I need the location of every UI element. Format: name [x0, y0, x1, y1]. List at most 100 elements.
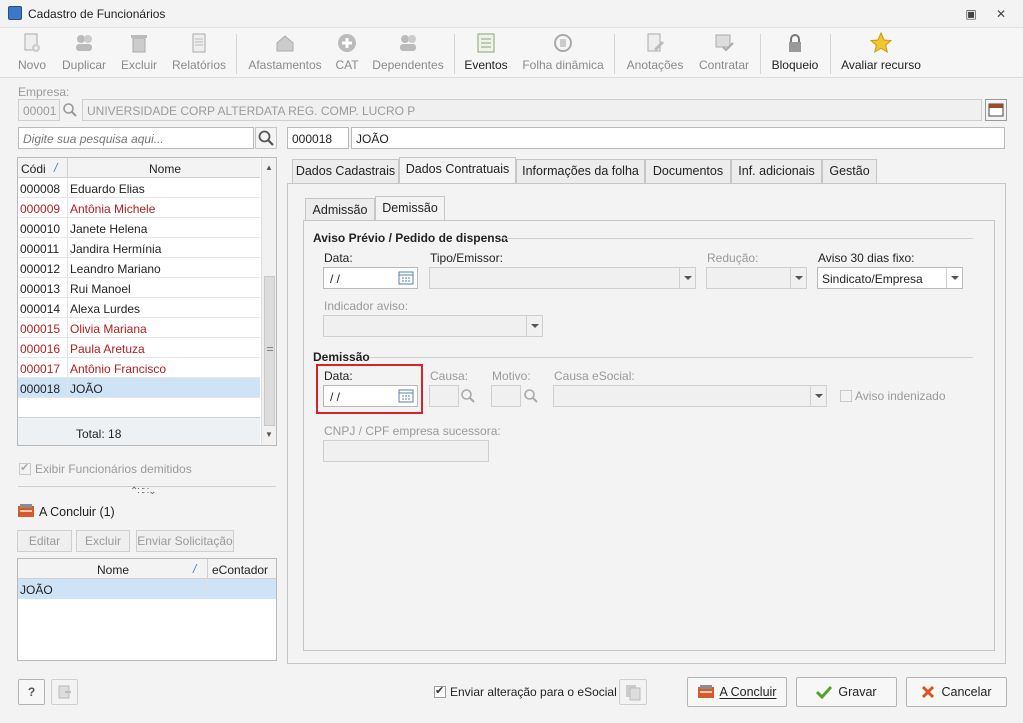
- causa-field[interactable]: [429, 385, 459, 407]
- calendar-button[interactable]: [985, 99, 1007, 121]
- contratar-button[interactable]: Contratar: [694, 32, 754, 76]
- search-input[interactable]: Digite sua pesquisa aqui...: [18, 127, 254, 149]
- gravar-button[interactable]: Gravar: [796, 677, 897, 707]
- search-icon: [258, 130, 274, 146]
- nome-column-header[interactable]: Nome: [18, 563, 208, 577]
- table-row[interactable]: 000008 Eduardo Elias: [18, 178, 260, 198]
- a-concluir-button[interactable]: A Concluir: [687, 677, 787, 707]
- chevron-down-icon[interactable]: [526, 316, 542, 336]
- table-row[interactable]: 000009 Antônia Michele: [18, 198, 260, 218]
- employee-code: 000015: [20, 322, 61, 336]
- econtador-column-header[interactable]: eContador: [212, 563, 268, 577]
- duplicar-button[interactable]: Duplicar: [58, 32, 110, 76]
- tab-gestao[interactable]: Gestão: [822, 159, 877, 183]
- scroll-thumb[interactable]: [264, 276, 275, 426]
- table-row[interactable]: 000013 Rui Manoel: [18, 278, 260, 298]
- table-row[interactable]: 000011 Jandira Hermínia: [18, 238, 260, 258]
- eventos-button[interactable]: Eventos: [462, 32, 510, 76]
- employee-name: Olivia Mariana: [70, 322, 147, 336]
- employee-code: 000018: [20, 382, 61, 396]
- scroll-down-icon[interactable]: ▼: [265, 430, 273, 439]
- a-concluir-title: A Concluir (1): [39, 505, 115, 519]
- calendar-icon[interactable]: [398, 271, 414, 285]
- demissao-section-title: Demissão: [313, 350, 370, 364]
- column-divider: [67, 218, 68, 238]
- cat-button[interactable]: CAT: [332, 32, 362, 76]
- subtab-demissao[interactable]: Demissão: [375, 196, 445, 222]
- sort-indicator-icon: /: [193, 562, 197, 576]
- table-row[interactable]: 000010 Janete Helena: [18, 218, 260, 238]
- tab-dados-cadastrais[interactable]: Dados Cadastrais: [292, 159, 399, 183]
- chevron-down-icon[interactable]: [679, 268, 695, 288]
- table-row[interactable]: 000012 Leandro Mariano: [18, 258, 260, 278]
- restore-icon[interactable]: ▣: [963, 6, 979, 22]
- editar-button[interactable]: Editar: [17, 530, 72, 552]
- close-icon[interactable]: ✕: [993, 6, 1009, 22]
- demissao-data-field[interactable]: / /: [323, 385, 418, 407]
- tab-dados-contratuais[interactable]: Dados Contratuais: [399, 157, 516, 183]
- relatorios-button[interactable]: Relatórios: [168, 32, 230, 76]
- causa-esocial-select[interactable]: [553, 385, 827, 407]
- calendar-icon[interactable]: [398, 389, 414, 403]
- people-icon: [400, 35, 416, 51]
- column-divider: [67, 278, 68, 298]
- folha-dinamica-button[interactable]: Folha dinâmica: [518, 32, 608, 76]
- column-divider: [67, 358, 68, 378]
- empresa-name-field: UNIVERSIDADE CORP ALTERDATA REG. COMP. L…: [82, 99, 982, 121]
- enviar-esocial-label: Enviar alteração para o eSocial: [450, 685, 617, 699]
- exibir-demitidos-checkbox[interactable]: [19, 461, 31, 475]
- table-row[interactable]: 000015 Olivia Mariana: [18, 318, 260, 338]
- esocial-send-button[interactable]: [619, 679, 647, 705]
- tab-informacoes-folha[interactable]: Informações da folha: [516, 159, 645, 183]
- house-icon: [276, 35, 294, 52]
- table-row[interactable]: 000014 Alexa Lurdes: [18, 298, 260, 318]
- subtab-admissao[interactable]: Admissão: [305, 198, 375, 222]
- list-scrollbar[interactable]: ▲ ▼: [261, 158, 276, 445]
- table-row[interactable]: 000017 Antônio Francisco: [18, 358, 260, 378]
- bloqueio-button[interactable]: Bloqueio: [768, 32, 822, 76]
- enviar-esocial-checkbox[interactable]: [434, 684, 446, 698]
- dependentes-button[interactable]: Dependentes: [370, 32, 446, 76]
- causa-search-icon[interactable]: [460, 388, 476, 407]
- chevron-down-icon[interactable]: [810, 386, 826, 406]
- aviso30-select[interactable]: Sindicato/Empresa: [817, 267, 963, 289]
- employee-name-field[interactable]: JOÃO: [351, 127, 1005, 149]
- anotacoes-button[interactable]: Anotações: [622, 32, 688, 76]
- employee-code-field[interactable]: 000018: [287, 127, 349, 149]
- table-row[interactable]: 000016 Paula Aretuza: [18, 338, 260, 358]
- cancelar-button[interactable]: Cancelar: [906, 677, 1007, 707]
- code-column-header[interactable]: Códi: [21, 162, 46, 176]
- cnpj-field[interactable]: [323, 440, 489, 462]
- table-row[interactable]: 000018 JOÃO: [18, 378, 260, 398]
- motivo-search-icon[interactable]: [523, 388, 539, 407]
- afastamentos-button[interactable]: Afastamentos: [244, 32, 326, 76]
- search-button[interactable]: [255, 127, 277, 149]
- help-button[interactable]: ?: [18, 679, 45, 705]
- export-button[interactable]: [51, 679, 78, 705]
- chevron-down-icon[interactable]: [946, 268, 962, 288]
- employee-name: Rui Manoel: [70, 282, 131, 296]
- documents-icon: [626, 685, 641, 701]
- chevron-down-icon[interactable]: [790, 268, 806, 288]
- aviso-indenizado-checkbox[interactable]: [840, 390, 852, 402]
- excluir-button[interactable]: Excluir: [118, 32, 160, 76]
- splitter-grip-icon[interactable]: ⌃∷∷⌄: [130, 486, 157, 497]
- scroll-up-icon[interactable]: ▲: [265, 163, 273, 172]
- novo-button[interactable]: Novo: [14, 32, 50, 76]
- tab-documentos[interactable]: Documentos: [645, 159, 731, 183]
- aviso-data-field[interactable]: / /: [323, 267, 418, 289]
- tab-inf-adicionais[interactable]: Inf. adicionais: [731, 159, 822, 183]
- name-column-header[interactable]: Nome: [70, 162, 260, 176]
- column-divider: [67, 178, 68, 198]
- excluir-pending-button[interactable]: Excluir: [76, 530, 130, 552]
- indicador-aviso-select[interactable]: [323, 315, 543, 337]
- employee-name: Janete Helena: [70, 222, 148, 236]
- reducao-select[interactable]: [706, 267, 807, 289]
- plus-circle-icon: [338, 34, 356, 52]
- report-icon: [192, 33, 206, 53]
- avaliar-recurso-button[interactable]: Avaliar recurso: [838, 32, 924, 76]
- motivo-field[interactable]: [491, 385, 521, 407]
- tipo-emissor-select[interactable]: [429, 267, 696, 289]
- pending-row[interactable]: JOÃO: [18, 579, 276, 599]
- enviar-solicitacao-button[interactable]: Enviar Solicitação: [136, 530, 234, 552]
